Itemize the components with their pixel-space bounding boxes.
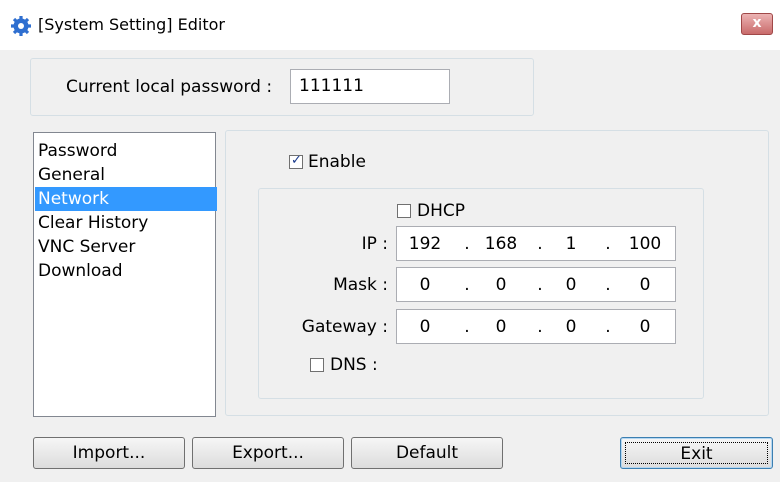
ip-address-input[interactable]: 192 . 168 . 1 . 100: [396, 226, 676, 261]
gateway-octet-2: 0: [495, 317, 507, 337]
nav-item-clear-history[interactable]: Clear History: [35, 211, 217, 235]
mask-octet-3: 0: [565, 275, 577, 295]
export-button[interactable]: Export...: [192, 437, 344, 469]
dhcp-checkbox[interactable]: [397, 204, 411, 218]
gateway-dot: .: [605, 317, 611, 337]
enable-checkbox[interactable]: [289, 153, 303, 169]
password-input[interactable]: 111111: [290, 69, 450, 104]
password-label: Current local password :: [66, 77, 273, 97]
nav-item-download[interactable]: Download: [35, 259, 217, 283]
ip-octet-3: 1: [565, 234, 577, 254]
gateway-label: Gateway :: [301, 317, 388, 337]
settings-category-list[interactable]: Password General Network Clear History V…: [33, 132, 217, 417]
gateway-input[interactable]: 0 . 0 . 0 . 0: [396, 309, 676, 344]
dns-label: DNS :: [330, 355, 378, 375]
nav-item-network[interactable]: Network: [35, 187, 217, 211]
mask-label: Mask :: [333, 275, 388, 295]
nav-item-general[interactable]: General: [35, 163, 217, 187]
gateway-octet-4: 0: [639, 317, 651, 337]
exit-button-label: Exit: [625, 442, 768, 464]
ip-octet-1: 192: [408, 234, 442, 254]
mask-dot: .: [605, 275, 611, 295]
ip-dot: .: [605, 234, 611, 254]
window-title: [System Setting] Editor: [38, 15, 225, 34]
gateway-dot: .: [464, 317, 470, 337]
nav-item-password[interactable]: Password: [35, 139, 217, 163]
ip-dot: .: [464, 234, 470, 254]
mask-octet-1: 0: [419, 275, 431, 295]
gateway-octet-1: 0: [419, 317, 431, 337]
ip-octet-2: 168: [484, 234, 518, 254]
title-bar: [System Setting] Editor x: [0, 0, 780, 50]
ip-octet-4: 100: [628, 234, 662, 254]
dhcp-label: DHCP: [417, 201, 465, 221]
gateway-dot: .: [537, 317, 543, 337]
mask-input[interactable]: 0 . 0 . 0 . 0: [396, 267, 676, 302]
default-button[interactable]: Default: [351, 437, 503, 469]
gear-icon: [11, 16, 31, 36]
exit-button[interactable]: Exit: [620, 437, 773, 469]
mask-dot: .: [464, 275, 470, 295]
dns-checkbox[interactable]: [310, 358, 324, 372]
enable-label: Enable: [308, 152, 366, 172]
close-icon: x: [752, 15, 762, 31]
ip-dot: .: [537, 234, 543, 254]
ip-label: IP :: [361, 234, 388, 254]
import-button[interactable]: Import...: [33, 437, 185, 469]
mask-dot: .: [537, 275, 543, 295]
mask-octet-4: 0: [639, 275, 651, 295]
gateway-octet-3: 0: [565, 317, 577, 337]
close-button[interactable]: x: [741, 13, 773, 35]
mask-octet-2: 0: [495, 275, 507, 295]
nav-item-vnc-server[interactable]: VNC Server: [35, 235, 217, 259]
